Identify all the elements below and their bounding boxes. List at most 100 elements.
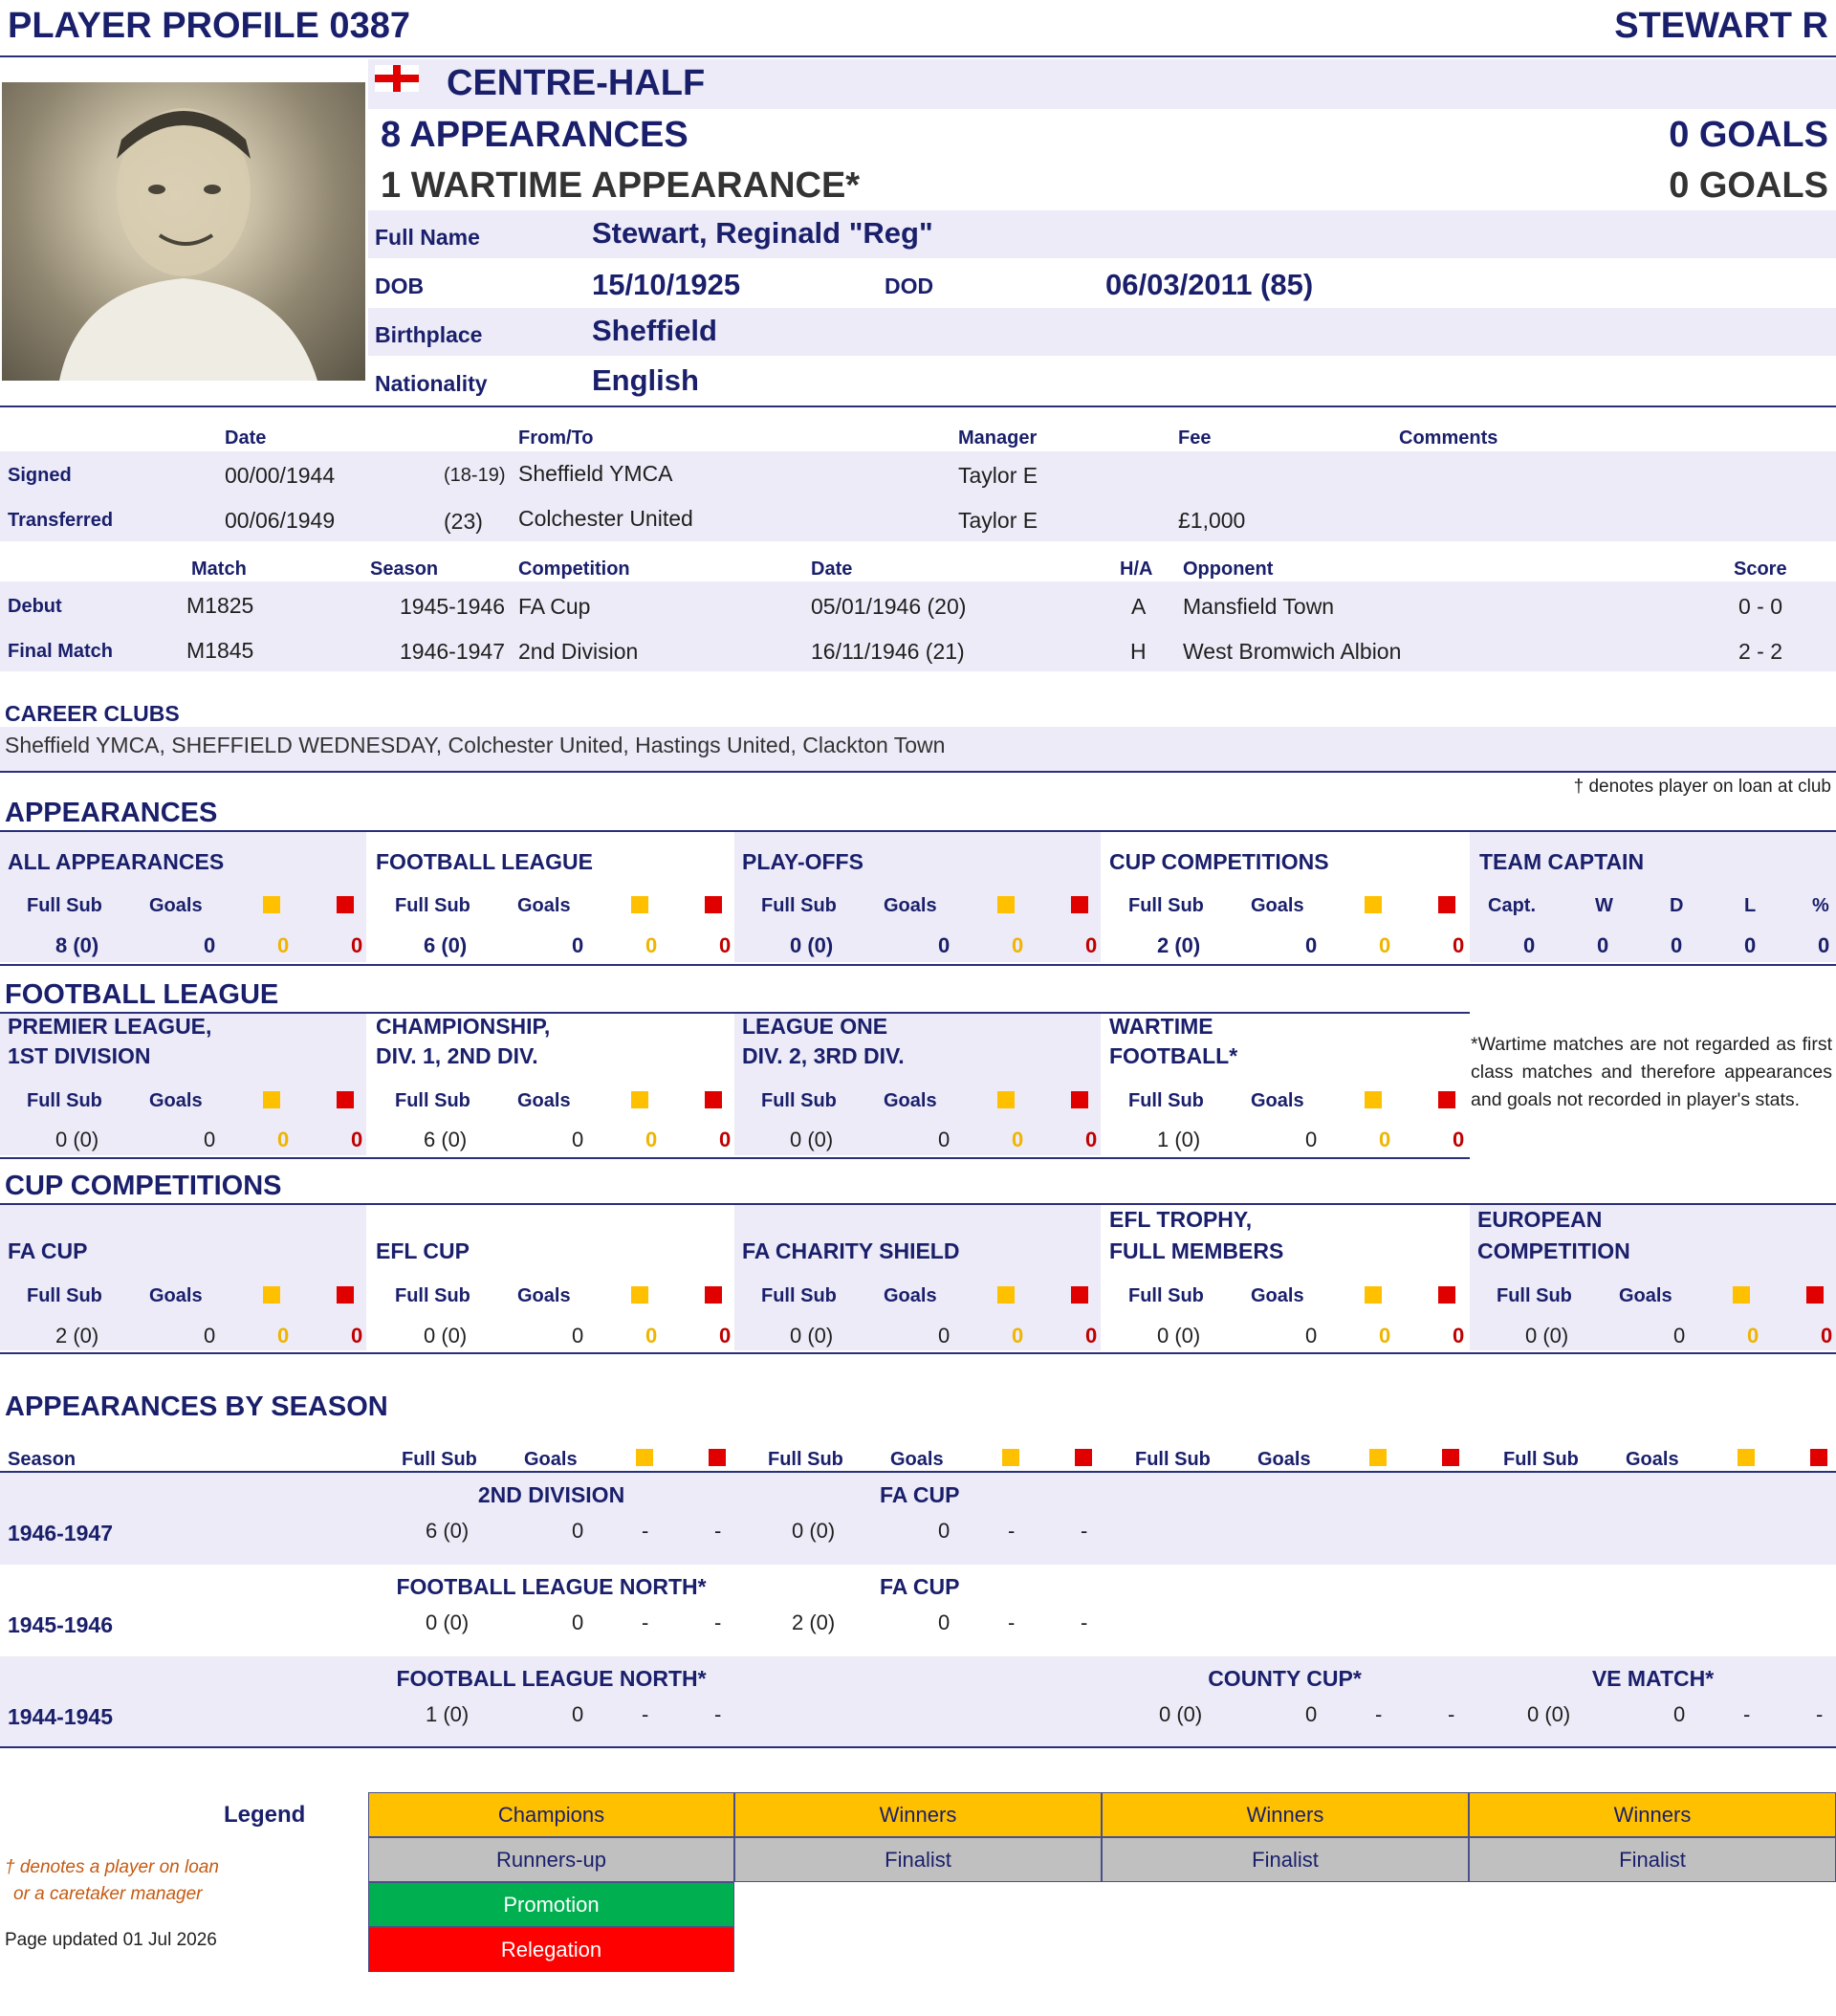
season-yellow: -	[1008, 1519, 1016, 1543]
goals-value: 0	[1305, 933, 1318, 957]
birthplace: Sheffield	[592, 314, 717, 347]
season-goals: 0	[1305, 1702, 1318, 1726]
block-title: CUP COMPETITIONS	[1109, 849, 1329, 874]
yellow-cards-value: 0	[645, 1128, 658, 1151]
yellow-card-icon	[997, 1286, 1015, 1304]
full-name-label: Full Name	[375, 225, 480, 250]
season-goals: 0	[938, 1611, 951, 1634]
season-label: 1946-1947	[8, 1521, 113, 1545]
transfers-header-date: Date	[225, 427, 267, 449]
season-competition: FOOTBALL LEAGUE NORTH*	[396, 1574, 707, 1599]
appearances-total: 8 APPEARANCES	[381, 115, 688, 155]
legend-finalist-1: Finalist	[734, 1837, 1102, 1882]
season-red: -	[714, 1519, 722, 1543]
goals-value: 0	[572, 933, 584, 957]
season-goals: 0	[572, 1702, 584, 1726]
legend-title: Legend	[224, 1802, 306, 1828]
yellow-card-icon	[1365, 1091, 1382, 1108]
yellow-cards-value: 0	[645, 1324, 658, 1348]
captain-w: 0	[1597, 933, 1609, 957]
position: CENTRE-HALF	[447, 63, 706, 103]
dob: 15/10/1925	[592, 268, 741, 301]
captain-capt: 0	[1523, 933, 1536, 957]
apps-value: 0 (0)	[790, 1128, 834, 1151]
final-match-score: 2 - 2	[1738, 639, 1783, 664]
legend-runners-up: Runners-up	[368, 1837, 734, 1882]
yellow-cards-value: 0	[1379, 1128, 1391, 1151]
signed-label: Signed	[8, 465, 72, 486]
apps-value: 0 (0)	[424, 1324, 468, 1348]
block-title-line2: DIV. 2, 3RD DIV.	[742, 1043, 905, 1068]
season-header: Season	[8, 1449, 76, 1470]
goals-value: 0	[938, 1324, 951, 1348]
block-title: PLAY-OFFS	[742, 849, 863, 874]
player-surname: STEWART R	[1614, 6, 1828, 46]
col-goals: Goals	[1251, 1090, 1304, 1111]
season-red: -	[1081, 1611, 1088, 1634]
matches-header-date: Date	[811, 559, 853, 580]
debut-ha: A	[1131, 594, 1147, 619]
season-competition: FA CUP	[880, 1574, 960, 1599]
col-goals: Goals	[517, 1090, 571, 1111]
season-yellow: -	[1375, 1702, 1383, 1726]
by-season-title: APPEARANCES BY SEASON	[5, 1391, 388, 1422]
block-title-line1: WARTIME	[1109, 1014, 1213, 1039]
yellow-cards-value: 0	[1012, 1324, 1024, 1348]
legend-winners-3: Winners	[1469, 1792, 1836, 1837]
col-goals: Goals	[884, 1285, 937, 1306]
col-goals: Goals	[149, 1285, 203, 1306]
red-card-icon	[1442, 1449, 1459, 1466]
goals-value: 0	[1305, 1324, 1318, 1348]
col-full-sub: Full Sub	[761, 1285, 837, 1306]
col-full-sub: Full Sub	[27, 895, 102, 916]
red-card-icon	[705, 1091, 722, 1108]
red-card-icon	[1806, 1286, 1824, 1304]
red-cards-value: 0	[1453, 1128, 1465, 1151]
block-title-line1: EFL TROPHY,	[1109, 1207, 1253, 1232]
apps-value: 0 (0)	[790, 1324, 834, 1348]
season-goals: 0	[572, 1519, 584, 1543]
yellow-cards-value: 0	[277, 1324, 290, 1348]
yellow-card-icon	[263, 1286, 280, 1304]
yellow-cards-value: 0	[1379, 933, 1391, 957]
season-competition: COUNTY CUP*	[1208, 1666, 1362, 1691]
captain-pct: 0	[1818, 933, 1830, 957]
red-card-icon	[1438, 1091, 1455, 1108]
red-card-icon	[1071, 1091, 1088, 1108]
red-cards-value: 0	[1085, 933, 1098, 957]
debut-score: 0 - 0	[1738, 594, 1783, 619]
yellow-card-icon	[636, 1449, 653, 1466]
nationality: English	[592, 363, 699, 397]
england-flag-icon	[375, 65, 419, 92]
player-photo	[2, 82, 365, 381]
team-captain-title: TEAM CAPTAIN	[1479, 849, 1645, 874]
yellow-cards-value: 0	[277, 1128, 290, 1151]
season-apps: 0 (0)	[1527, 1702, 1571, 1726]
season-competition: FOOTBALL LEAGUE NORTH*	[396, 1666, 707, 1691]
block-title-line2: FOOTBALL*	[1109, 1043, 1238, 1068]
block-title: ALL APPEARANCES	[8, 849, 225, 874]
transfers-header-from-to: From/To	[518, 427, 594, 449]
block-title-line2: EFL CUP	[376, 1238, 470, 1263]
matches-header-match: Match	[191, 559, 247, 580]
yellow-card-icon	[263, 1091, 280, 1108]
col-goals: Goals	[1619, 1285, 1672, 1306]
season-apps: 0 (0)	[426, 1611, 470, 1634]
cup-competitions-title: CUP COMPETITIONS	[5, 1171, 282, 1201]
yellow-cards-value: 0	[1379, 1324, 1391, 1348]
yellow-card-icon	[1369, 1449, 1387, 1466]
football-league-title: FOOTBALL LEAGUE	[5, 979, 279, 1010]
block-title-line1: PREMIER LEAGUE,	[8, 1014, 212, 1039]
yellow-card-icon	[1365, 1286, 1382, 1304]
legend-winners-2: Winners	[1102, 1792, 1469, 1837]
transferred-date: 00/06/1949	[225, 508, 336, 533]
apps-value: 1 (0)	[1157, 1128, 1201, 1151]
col-full-sub: Full Sub	[1128, 1285, 1204, 1306]
yellow-card-icon	[631, 1286, 648, 1304]
matches-header-score: Score	[1734, 559, 1787, 580]
nationality-label: Nationality	[375, 371, 488, 396]
dod: 06/03/2011 (85)	[1105, 268, 1314, 301]
season-col-full-sub: Full Sub	[768, 1449, 843, 1470]
red-cards-value: 0	[719, 1128, 732, 1151]
block-title-line1: LEAGUE ONE	[742, 1014, 888, 1039]
